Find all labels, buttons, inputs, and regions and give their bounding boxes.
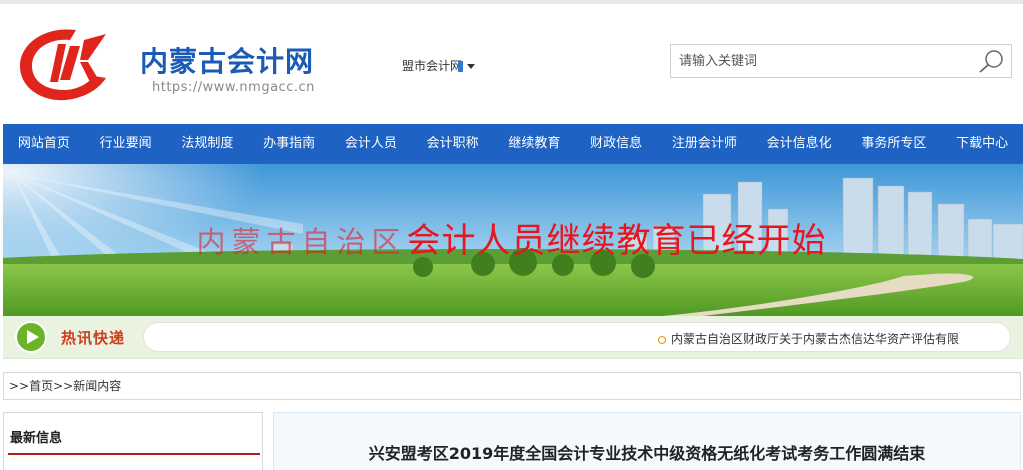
ticker-label: 热讯快递 (61, 329, 126, 347)
ticker-news-text: 内蒙古自治区财政厅关于内蒙古杰信达华资产评估有限 (671, 332, 960, 346)
chevron-down-icon (467, 64, 476, 69)
article-panel: 兴安盟考区2019年度全国会计专业技术中级资格无纸化考试考务工作圆满结束 (273, 412, 1021, 470)
nav-item-downloads[interactable]: 下载中心 (941, 124, 1023, 164)
breadcrumb: >>首页>>新闻内容 (3, 372, 1021, 400)
nav-item-cpa[interactable]: 注册会计师 (657, 124, 752, 164)
breadcrumb-current: 新闻内容 (73, 379, 122, 393)
nav-item-home[interactable]: 网站首页 (3, 124, 85, 164)
divider (8, 453, 260, 455)
latest-info-panel: 最新信息 (3, 412, 263, 470)
nav-item-service-guide[interactable]: 办事指南 (248, 124, 330, 164)
search-box (670, 44, 1012, 78)
nav-item-firm-zone[interactable]: 事务所专区 (847, 124, 942, 164)
breadcrumb-separator: >> (9, 379, 30, 393)
city-site-dropdown-label: 盟市会计网 (402, 59, 463, 73)
top-border (0, 0, 1023, 4)
ticker-track: 内蒙古自治区财政厅关于内蒙古杰信达华资产评估有限 (143, 322, 1011, 352)
nav-item-accountants[interactable]: 会计人员 (330, 124, 412, 164)
banner-headline-main: 会计人员继续教育已经开始 (406, 221, 827, 261)
nav-item-titles[interactable]: 会计职称 (412, 124, 494, 164)
nav-item-informatization[interactable]: 会计信息化 (752, 124, 847, 164)
play-icon[interactable] (15, 321, 47, 353)
site-logo[interactable] (14, 20, 110, 106)
text-cursor-marker (458, 61, 464, 72)
main-nav: 网站首页 行业要闻 法规制度 办事指南 会计人员 会计职称 继续教育 财政信息 … (3, 124, 1023, 164)
site-name: 内蒙古会计网 (140, 45, 315, 78)
banner-headline: 内蒙古自治区会计人员继续教育已经开始 (0, 213, 1023, 262)
ticker-news-link[interactable]: 内蒙古自治区财政厅关于内蒙古杰信达华资产评估有限 (658, 330, 959, 347)
nav-item-regulations[interactable]: 法规制度 (167, 124, 249, 164)
nav-item-continuing-education[interactable]: 继续教育 (494, 124, 576, 164)
banner-headline-region: 内蒙古自治区 (196, 225, 407, 259)
nav-item-finance-info[interactable]: 财政信息 (575, 124, 657, 164)
nav-item-industry-news[interactable]: 行业要闻 (85, 124, 167, 164)
latest-info-title: 最新信息 (10, 431, 63, 446)
site-url: https://www.nmgacc.cn (152, 80, 315, 95)
news-ticker: 热讯快递 内蒙古自治区财政厅关于内蒙古杰信达华资产评估有限 (3, 316, 1023, 359)
bullet-icon (658, 335, 666, 344)
search-input[interactable] (671, 45, 987, 77)
city-site-dropdown[interactable]: 盟市会计网 (402, 57, 476, 74)
breadcrumb-separator: >> (53, 379, 74, 393)
breadcrumb-home-link[interactable]: 首页 (29, 379, 53, 393)
search-icon[interactable] (977, 48, 1007, 74)
article-title: 兴安盟考区2019年度全国会计专业技术中级资格无纸化考试考务工作圆满结束 (368, 444, 926, 463)
